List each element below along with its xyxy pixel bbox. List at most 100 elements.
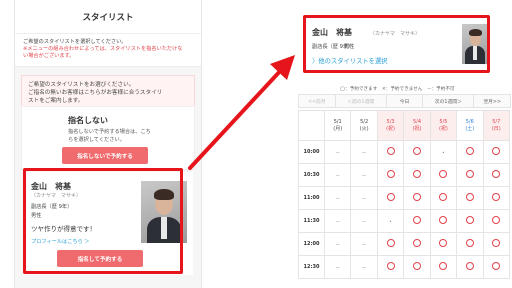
available-circle-icon [386, 262, 395, 270]
unavailable-slot: － [323, 186, 352, 210]
available-circle-icon [439, 170, 448, 178]
date-header: 5/3 (祝) [376, 110, 405, 141]
available-circle-icon [492, 170, 501, 178]
unavailable-slot: － [323, 140, 352, 164]
corner-cell [298, 110, 325, 141]
available-slot[interactable] [456, 209, 484, 233]
time-label: 11:00 [298, 186, 325, 210]
available-slot[interactable] [376, 163, 405, 187]
availability-grid: 5/1 (月) 5/2 (火) 5/3 (祝) 5/4 (祝) 5/5 (祝) 5/6 (土… [298, 110, 511, 279]
available-slot[interactable] [482, 209, 511, 233]
date-header: 5/5 (祝) [429, 110, 458, 141]
panel-title: スタイリスト [15, 0, 201, 34]
book-without-nomination-button[interactable]: 指名しないで予約する [62, 147, 148, 164]
available-slot[interactable] [403, 209, 431, 233]
available-slot[interactable] [482, 232, 511, 256]
available-circle-icon [412, 262, 421, 270]
available-slot[interactable] [429, 163, 458, 187]
time-row: 10:30 －－ [298, 163, 511, 187]
note-text: ご希望のスタイリストを選択してください。 [23, 39, 127, 45]
limited-slot: ・ [429, 140, 458, 164]
time-label: 10:00 [298, 140, 325, 164]
unavailable-slot: － [323, 209, 352, 233]
available-circle-icon [439, 262, 448, 270]
limited-slot: ・ [376, 209, 405, 233]
available-slot[interactable] [482, 255, 511, 279]
no-nomination-title: 指名しない [68, 116, 108, 125]
available-slot[interactable] [376, 140, 405, 164]
availability-legend: ◯：予約できます ✕：予約できません －：予約不可 [340, 87, 455, 92]
available-slot[interactable] [429, 255, 458, 279]
available-slot[interactable] [456, 255, 484, 279]
time-row: 11:00 －－ [298, 186, 511, 210]
selection-note: ご希望のスタイリストを選択してください。 ※メニューの組み合わせによっては、スタ… [15, 34, 201, 67]
available-circle-icon [492, 216, 501, 224]
note-warning: ※メニューの組み合わせによっては、スタイリストを指名いただけな [23, 46, 183, 52]
unavailable-slot: － [323, 232, 352, 256]
available-circle-icon [412, 170, 421, 178]
available-circle-icon [412, 239, 421, 247]
available-slot[interactable] [456, 186, 484, 210]
date-header-row: 5/1 (月) 5/2 (火) 5/3 (祝) 5/4 (祝) 5/5 (祝) 5/6 (土… [298, 110, 511, 141]
available-slot[interactable] [376, 255, 405, 279]
available-slot[interactable] [456, 163, 484, 187]
available-slot[interactable] [456, 232, 484, 256]
time-row: 12:00 －－ [298, 232, 511, 256]
available-circle-icon [465, 170, 474, 178]
available-slot[interactable] [482, 163, 511, 187]
time-label: 10:30 [298, 163, 325, 187]
date-header: 5/7 (日) [482, 110, 511, 141]
prev-week-button[interactable]: ＜前の1週間 [334, 94, 387, 108]
available-circle-icon [386, 193, 395, 201]
prev-month-button[interactable]: <<前月 [298, 94, 336, 108]
next-month-button[interactable]: 翌月>> [473, 94, 511, 108]
available-slot[interactable] [429, 232, 458, 256]
available-slot[interactable] [403, 255, 431, 279]
unavailable-slot: － [323, 163, 352, 187]
date-header: 5/6 (土) [456, 110, 484, 141]
time-row: 10:00 －－・ [298, 140, 511, 164]
available-circle-icon [439, 239, 448, 247]
available-circle-icon [412, 216, 421, 224]
available-circle-icon [386, 147, 395, 155]
available-slot[interactable] [429, 186, 458, 210]
week-navigation: <<前月 ＜前の1週間 今日 次の1週間＞ 翌月>> [298, 94, 511, 108]
available-circle-icon [465, 216, 474, 224]
available-slot[interactable] [482, 140, 511, 164]
time-label: 12:30 [298, 255, 325, 279]
time-label: 11:30 [298, 209, 325, 233]
unavailable-slot: － [350, 163, 378, 187]
unavailable-slot: － [350, 255, 378, 279]
banner-line: ストをご案内します。 [28, 98, 84, 104]
available-circle-icon [465, 193, 474, 201]
available-circle-icon [386, 239, 395, 247]
unavailable-slot: － [350, 186, 378, 210]
next-week-button[interactable]: 次の1週間＞ [422, 94, 475, 108]
today-button[interactable]: 今日 [385, 94, 424, 108]
available-circle-icon [412, 193, 421, 201]
banner-line: ご指名の無いお客様はこちらがお客様に合うスタイリ [28, 90, 163, 96]
highlight-box-right [303, 15, 490, 73]
available-circle-icon [492, 147, 501, 155]
date-header: 5/4 (祝) [403, 110, 431, 141]
available-slot[interactable] [403, 232, 431, 256]
available-slot[interactable] [376, 186, 405, 210]
time-label: 12:00 [298, 232, 325, 256]
unavailable-slot: － [350, 209, 378, 233]
available-slot[interactable] [403, 163, 431, 187]
unavailable-slot: － [350, 140, 378, 164]
available-slot[interactable] [456, 140, 484, 164]
unavailable-slot: － [323, 255, 352, 279]
available-circle-icon [412, 147, 421, 155]
desc-line: らを選択してください。 [68, 136, 125, 143]
available-slot[interactable] [429, 209, 458, 233]
available-circle-icon [492, 239, 501, 247]
available-slot[interactable] [376, 232, 405, 256]
available-circle-icon [386, 170, 395, 178]
available-circle-icon [465, 262, 474, 270]
available-slot[interactable] [403, 140, 431, 164]
available-circle-icon [492, 262, 501, 270]
available-slot[interactable] [403, 186, 431, 210]
available-slot[interactable] [482, 186, 511, 210]
available-circle-icon [439, 193, 448, 201]
